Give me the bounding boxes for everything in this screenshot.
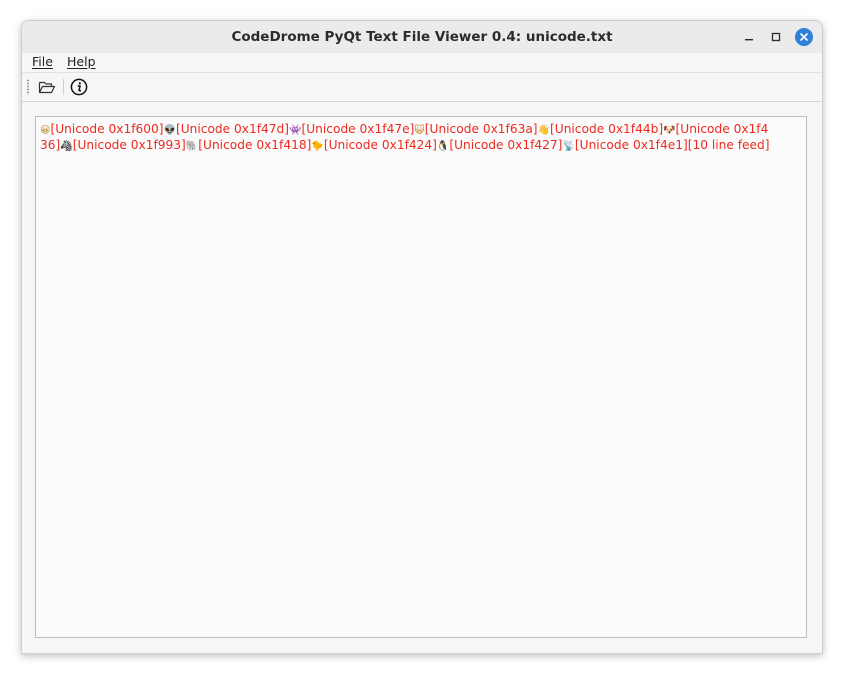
text-viewer[interactable]: 😀[Unicode 0x1f600]👽[Unicode 0x1f47d]👾[Un… [35,116,807,638]
close-icon [800,33,808,41]
open-file-button[interactable] [36,76,58,98]
toolbar-separator [63,79,64,95]
toolbar-grip[interactable] [27,79,29,95]
title-bar[interactable]: CodeDrome PyQt Text File Viewer 0.4: uni… [22,21,822,54]
emoji-glyph: 👽 [163,125,176,136]
unicode-marker: [Unicode 0x1f47e] [301,122,415,136]
file-text: 😀[Unicode 0x1f600]👽[Unicode 0x1f47d]👾[Un… [40,122,775,154]
emoji-glyph: 😺 [414,125,425,136]
minimize-icon [745,39,753,41]
emoji-glyph: 👾 [289,125,302,136]
emoji-glyph: 🐘 [185,141,199,152]
unicode-marker: [Unicode 0x1f4e1] [574,138,688,152]
folder-open-icon [38,81,56,94]
emoji-glyph: 👋 [537,125,551,136]
emoji-glyph: 🐶 [663,125,676,136]
app-window: CodeDrome PyQt Text File Viewer 0.4: uni… [21,20,823,654]
maximize-icon [771,32,781,42]
menu-help[interactable]: Help [67,54,96,69]
maximize-button[interactable] [767,28,785,46]
unicode-marker: [Unicode 0x1f427] [449,138,563,152]
unicode-marker: [Unicode 0x1f63a] [424,122,538,136]
unicode-marker: [Unicode 0x1f418] [198,138,312,152]
emoji-glyph: 🐤 [311,141,324,152]
main-content: 😀[Unicode 0x1f600]👽[Unicode 0x1f47d]👾[Un… [22,102,822,653]
unicode-marker: [Unicode 0x1f44b] [550,122,664,136]
about-button[interactable] [68,76,90,98]
minimize-button[interactable] [740,28,758,46]
emoji-glyph: 📡 [562,141,575,152]
toolbar [22,73,822,102]
window-title: CodeDrome PyQt Text File Viewer 0.4: uni… [231,29,613,45]
unicode-marker: [Unicode 0x1f424] [323,138,437,152]
emoji-glyph: 🐧 [436,141,450,152]
unicode-marker: [10 line feed] [687,138,770,152]
info-icon [70,78,88,96]
menu-file[interactable]: File [32,54,53,69]
emoji-glyph: 🦓 [60,141,73,152]
emoji-glyph: 😀 [40,125,51,136]
unicode-marker: [Unicode 0x1f993] [72,138,186,152]
close-button[interactable] [795,28,813,46]
unicode-marker: [Unicode 0x1f600] [50,122,164,136]
menu-bar: File Help [22,53,822,73]
unicode-marker: [Unicode 0x1f47d] [175,122,290,136]
